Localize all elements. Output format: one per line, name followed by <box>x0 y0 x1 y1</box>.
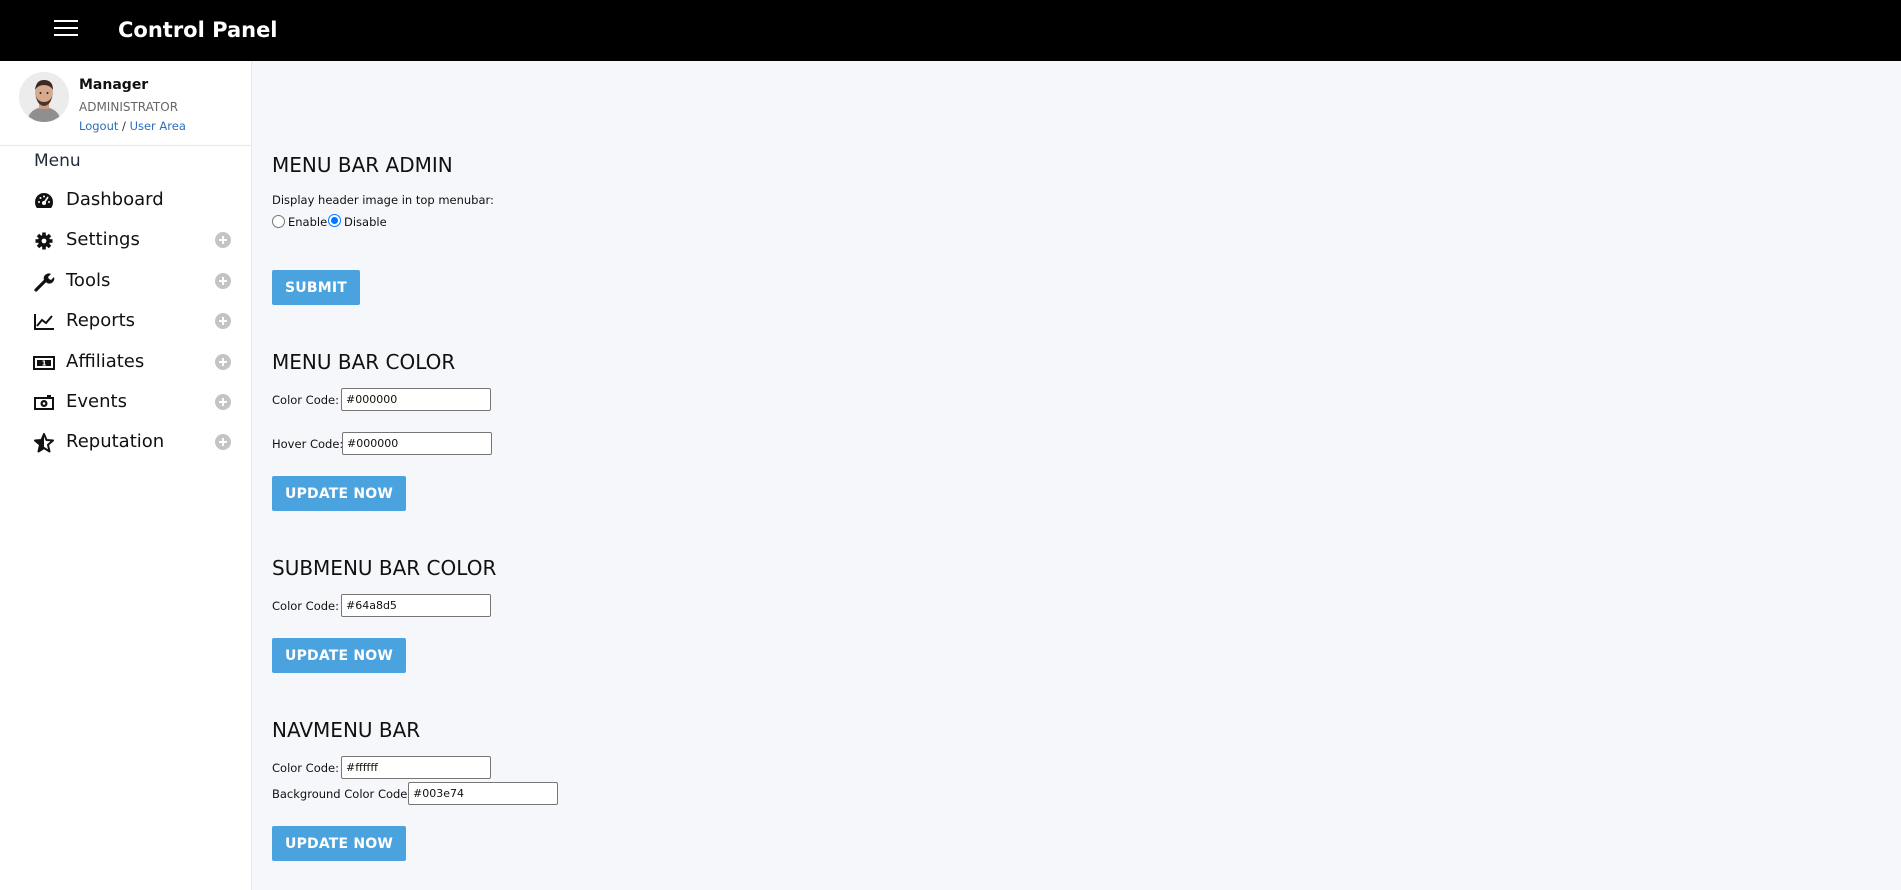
submit-button[interactable]: SUBMIT <box>272 270 361 305</box>
expand-plus-icon[interactable] <box>215 394 231 410</box>
color-code-label: Color Code: <box>272 393 339 407</box>
user-links: Logout / User Area <box>79 119 186 133</box>
sidebar-item-settings[interactable]: Settings <box>0 221 251 261</box>
app-title: Control Panel <box>118 18 278 42</box>
sidebar-item-label: Dashboard <box>66 189 164 210</box>
svg-text:1: 1 <box>42 360 47 368</box>
expand-plus-icon[interactable] <box>215 232 231 248</box>
avatar <box>19 72 69 122</box>
gear-icon <box>35 232 53 250</box>
sidebar-item-label: Reports <box>66 310 136 331</box>
user-name: Manager <box>79 77 149 93</box>
user-panel: Manager ADMINISTRATOR Logout / User Area <box>0 61 251 146</box>
menu-bar-hover-input[interactable] <box>342 432 492 455</box>
color-code-label: Color Code: <box>272 599 339 613</box>
navmenu-update-button[interactable]: UPDATE NOW <box>272 826 407 861</box>
expand-plus-icon[interactable] <box>215 434 231 450</box>
money-bill-icon: 1 <box>33 356 55 370</box>
dashboard-icon <box>35 193 53 208</box>
submenu-bar-color-input[interactable] <box>341 594 491 617</box>
logout-link[interactable]: Logout <box>79 119 118 133</box>
submenu-bar-update-button[interactable]: UPDATE NOW <box>272 638 407 673</box>
sidebar: Manager ADMINISTRATOR Logout / User Area… <box>0 61 252 890</box>
link-separator: / <box>122 119 126 133</box>
header-image-label: Display header image in top menubar: <box>272 193 494 207</box>
wrench-icon <box>34 273 55 292</box>
navmenu-background-color-input[interactable] <box>408 782 558 805</box>
disable-radio[interactable] <box>328 214 341 227</box>
section-title-navmenu-bar: NAVMENU BAR <box>272 718 421 742</box>
color-code-label: Color Code: <box>272 761 339 775</box>
line-chart-icon <box>34 314 54 330</box>
menu-bar-color-input[interactable] <box>341 388 491 411</box>
sidebar-item-affiliates[interactable]: 1 Affiliates <box>0 343 251 383</box>
expand-plus-icon[interactable] <box>215 273 231 289</box>
star-icon <box>34 433 54 453</box>
camera-icon <box>34 395 54 410</box>
hamburger-menu-icon[interactable] <box>54 18 78 38</box>
sidebar-item-label: Settings <box>66 229 140 250</box>
hover-code-label: Hover Code: <box>272 437 344 451</box>
enable-radio[interactable] <box>272 215 285 228</box>
background-color-code-label: Background Color Code: <box>272 787 412 801</box>
section-title-menu-bar-admin: MENU BAR ADMIN <box>272 153 453 177</box>
menu-bar-update-button[interactable]: UPDATE NOW <box>272 476 407 511</box>
main-content: MENU BAR ADMIN Display header image in t… <box>252 61 1901 890</box>
sidebar-item-label: Affiliates <box>66 351 145 372</box>
sidebar-item-tools[interactable]: Tools <box>0 262 251 302</box>
sidebar-item-label: Events <box>66 391 127 412</box>
sidebar-item-reports[interactable]: Reports <box>0 302 251 342</box>
expand-plus-icon[interactable] <box>215 313 231 329</box>
user-role: ADMINISTRATOR <box>79 100 179 114</box>
navmenu-color-input[interactable] <box>341 756 491 779</box>
sidebar-item-reputation[interactable]: Reputation <box>0 423 251 463</box>
top-bar: Control Panel <box>0 0 1901 61</box>
user-area-link[interactable]: User Area <box>130 119 186 133</box>
expand-plus-icon[interactable] <box>215 354 231 370</box>
sidebar-item-label: Tools <box>66 270 111 291</box>
enable-radio-label: Enable <box>288 215 328 229</box>
section-title-submenu-bar-color: SUBMENU BAR COLOR <box>272 556 497 580</box>
sidebar-item-dashboard[interactable]: Dashboard <box>0 181 251 221</box>
sidebar-item-label: Reputation <box>66 431 165 452</box>
sidebar-item-events[interactable]: Events <box>0 383 251 423</box>
section-title-menu-bar-color: MENU BAR COLOR <box>272 350 456 374</box>
disable-radio-label: Disable <box>344 215 387 229</box>
menu-heading: Menu <box>34 151 81 171</box>
